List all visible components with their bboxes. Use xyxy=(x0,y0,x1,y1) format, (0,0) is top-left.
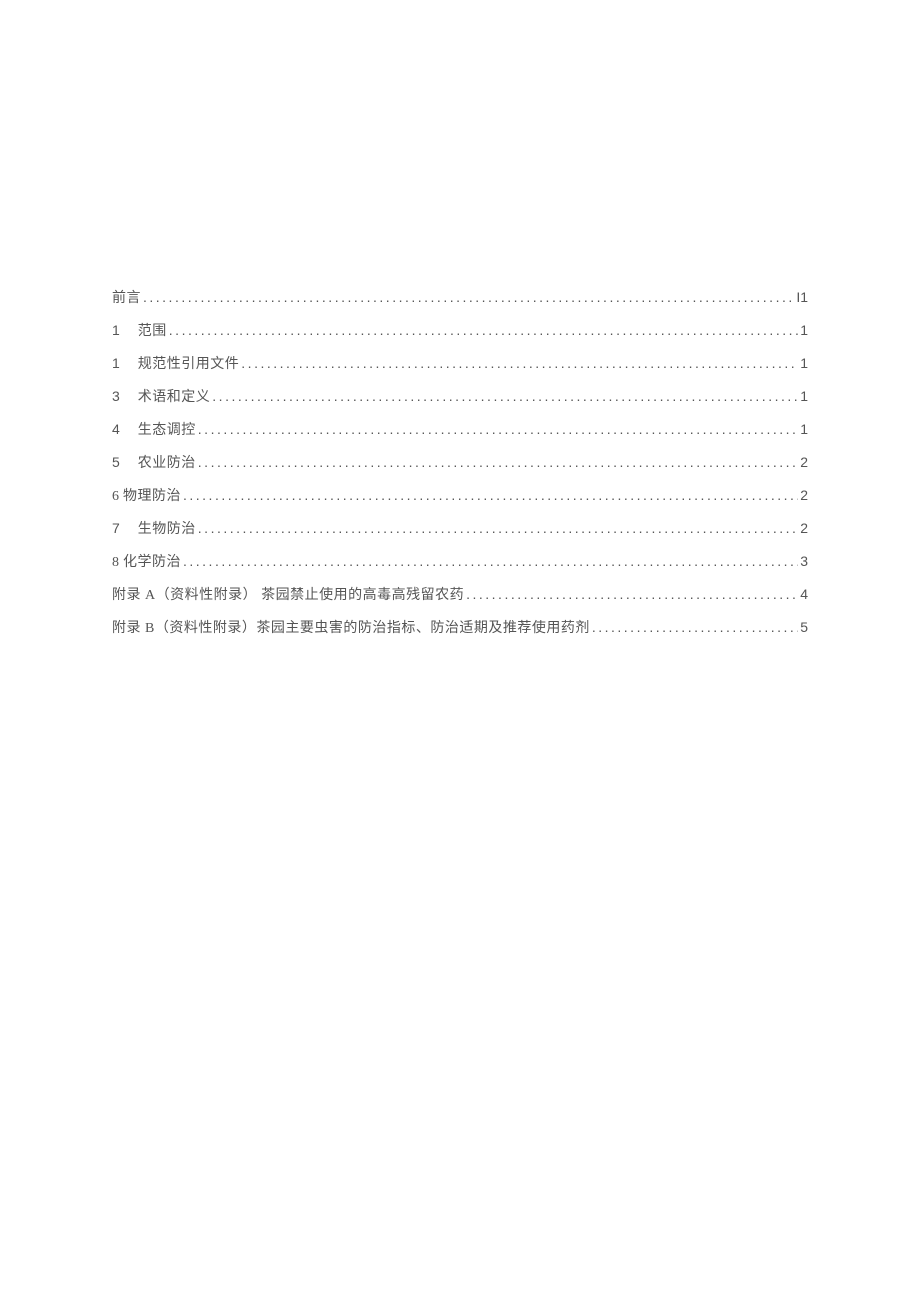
toc-label: 规范性引用文件 xyxy=(138,358,240,372)
toc-label: 附录 A（资料性附录） 茶园禁止使用的高毒高残留农药 xyxy=(112,589,464,603)
toc-label: 前言 xyxy=(112,292,141,306)
toc-label: 附录 B（资料性附录）茶园主要虫害的防治指标、防治适期及推荐使用药剂 xyxy=(112,622,590,636)
toc-leader-dots xyxy=(143,290,794,304)
toc-leader-dots xyxy=(169,323,798,337)
toc-page-number: 2 xyxy=(800,488,808,502)
toc-leader-dots xyxy=(183,554,798,568)
toc-page-number: 1 xyxy=(800,323,808,337)
toc-leader-dots xyxy=(241,356,798,370)
toc-leader-dots xyxy=(466,587,798,601)
toc-page-number: 4 xyxy=(800,587,808,601)
toc-leader-dots xyxy=(212,389,798,403)
toc-page-number: 3 xyxy=(800,554,808,568)
toc-number: 5 xyxy=(112,455,120,469)
toc-number: 1 xyxy=(112,356,120,370)
toc-number: 7 xyxy=(112,521,120,535)
toc-entry: 3 术语和定义 1 xyxy=(112,389,808,405)
toc-entry: 6 物理防治 2 xyxy=(112,488,808,504)
toc-entry: 7 生物防治 2 xyxy=(112,521,808,537)
toc-entry: 5 农业防治 2 xyxy=(112,455,808,471)
toc-page-number: 5 xyxy=(800,620,808,634)
toc-entry: 8 化学防治 3 xyxy=(112,554,808,570)
toc-entry: 1 规范性引用文件 1 xyxy=(112,356,808,372)
toc-label: 生物防治 xyxy=(138,523,196,537)
toc-page-number: 1 xyxy=(800,422,808,436)
toc-page-number: I1 xyxy=(796,290,808,304)
toc-page-number: 2 xyxy=(800,521,808,535)
toc-label: 物理防治 xyxy=(123,490,181,504)
toc-number: 8 xyxy=(112,556,119,570)
toc-leader-dots xyxy=(198,422,798,436)
toc-leader-dots xyxy=(198,521,798,535)
toc-leader-dots xyxy=(592,620,798,634)
toc-leader-dots xyxy=(183,488,798,502)
toc-entry: 1 范围 1 xyxy=(112,323,808,339)
toc-page-number: 1 xyxy=(800,356,808,370)
toc-entry: 4 生态调控 1 xyxy=(112,422,808,438)
toc-entry: 附录 A（资料性附录） 茶园禁止使用的高毒高残留农药 4 xyxy=(112,587,808,603)
toc-page-number: 1 xyxy=(800,389,808,403)
table-of-contents: 前言 I1 1 范围 1 1 规范性引用文件 1 3 术语和定义 1 4 生态调控 1 5 农业防治 2 6 物理防… xyxy=(112,290,808,636)
toc-label: 农业防治 xyxy=(138,457,196,471)
toc-label: 范围 xyxy=(138,325,167,339)
toc-leader-dots xyxy=(198,455,798,469)
toc-entry: 附录 B（资料性附录）茶园主要虫害的防治指标、防治适期及推荐使用药剂 5 xyxy=(112,620,808,636)
toc-number: 4 xyxy=(112,422,120,436)
toc-label: 化学防治 xyxy=(123,556,181,570)
toc-label: 术语和定义 xyxy=(138,391,211,405)
toc-page-number: 2 xyxy=(800,455,808,469)
toc-number: 1 xyxy=(112,323,120,337)
toc-number: 3 xyxy=(112,389,120,403)
toc-label: 生态调控 xyxy=(138,424,196,438)
toc-number: 6 xyxy=(112,490,119,504)
toc-entry: 前言 I1 xyxy=(112,290,808,306)
